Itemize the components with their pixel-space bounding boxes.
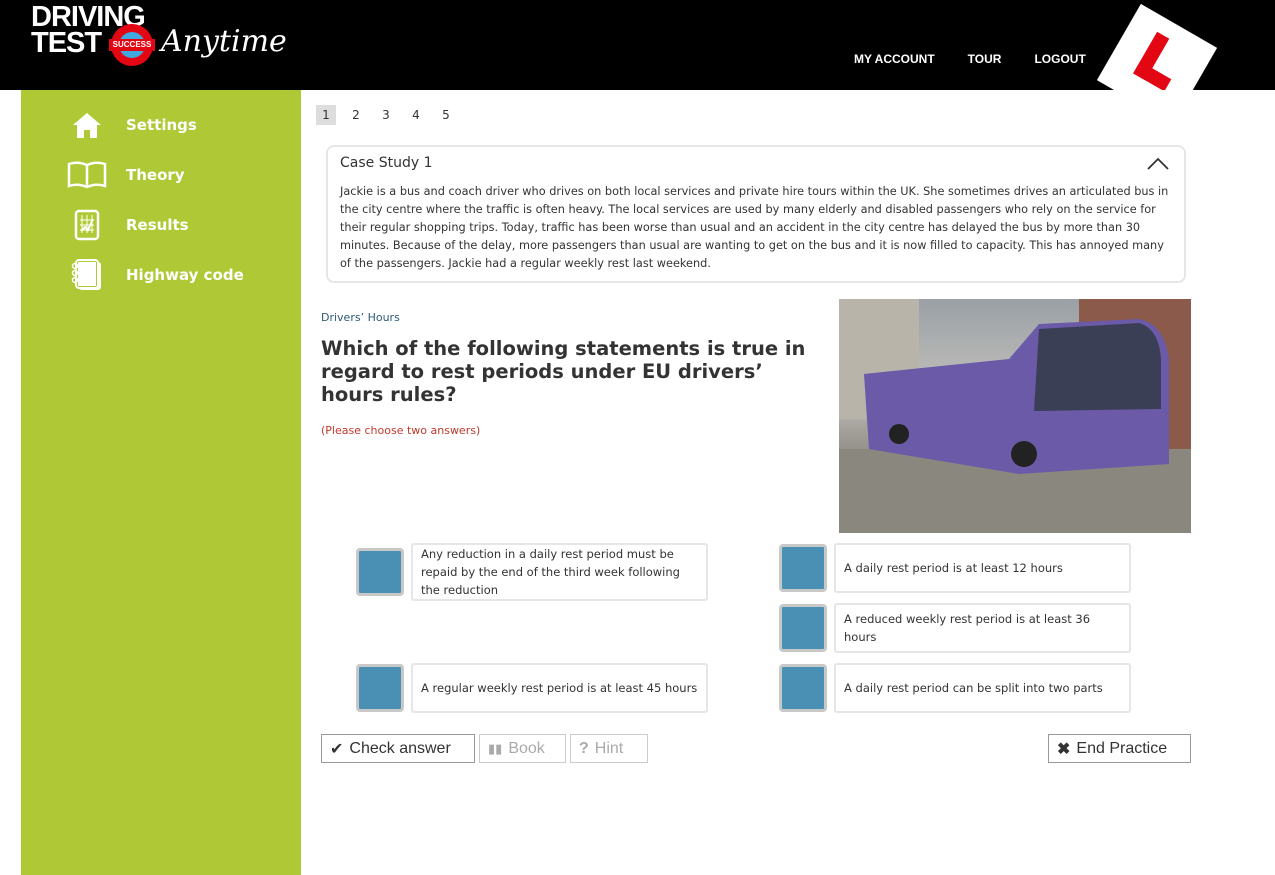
sidebar-item-settings[interactable]: Settings [67, 107, 287, 143]
answer-text[interactable]: A regular weekly rest period is at least… [411, 663, 708, 713]
logo-badge: SUCCESS [109, 39, 155, 51]
answer-option-4: A regular weekly rest period is at least… [356, 663, 708, 713]
answer-text[interactable]: A daily rest period can be split into tw… [834, 663, 1131, 713]
answer-checkbox[interactable] [779, 664, 827, 712]
page-3[interactable]: 3 [376, 105, 396, 125]
sidebar-item-theory[interactable]: Theory [67, 157, 287, 193]
sidebar-item-label: Settings [126, 116, 197, 134]
question-category: Drivers’ Hours [321, 311, 400, 324]
book-button[interactable]: ▮▮ Book [479, 734, 566, 763]
sidebar-item-label: Results [126, 216, 189, 234]
l-plate-icon [1096, 3, 1218, 90]
nav-my-account[interactable]: MY ACCOUNT [854, 52, 935, 66]
page-2[interactable]: 2 [346, 105, 366, 125]
checkmark-icon: ✔ [330, 740, 344, 758]
answer-option-5: A daily rest period can be split into tw… [779, 663, 1131, 713]
case-study-title: Case Study 1 [340, 155, 433, 171]
sidebar-item-results[interactable]: Results [67, 207, 287, 243]
answer-text[interactable]: Any reduction in a daily rest period mus… [411, 543, 708, 601]
hint-button[interactable]: ? Hint [570, 734, 648, 763]
case-study-panel: Case Study 1 Jackie is a bus and coach d… [326, 145, 1186, 283]
nav-tour[interactable]: TOUR [968, 52, 1002, 66]
chart-icon [67, 207, 107, 243]
roundel-logo: SUCCESS [109, 24, 155, 66]
sidebar-item-label: Highway code [126, 266, 244, 284]
check-answer-button[interactable]: ✔ Check answer [321, 734, 475, 763]
answer-option-2: A daily rest period is at least 12 hours [779, 543, 1131, 593]
question-text: Which of the following statements is tru… [321, 337, 806, 406]
button-label: Hint [594, 739, 624, 757]
notebook-icon [67, 257, 107, 293]
sidebar-item-label: Theory [126, 166, 185, 184]
top-nav: MY ACCOUNT TOUR LOGOUT [854, 52, 1119, 66]
logo-line2: TEST [31, 27, 102, 59]
home-icon [67, 107, 107, 143]
answer-checkbox[interactable] [779, 604, 827, 652]
page-5[interactable]: 5 [436, 105, 456, 125]
button-label: Check answer [349, 739, 451, 757]
nav-logout[interactable]: LOGOUT [1034, 52, 1085, 66]
case-study-text: Jackie is a bus and coach driver who dri… [340, 185, 1169, 270]
answer-option-1: Any reduction in a daily rest period mus… [356, 543, 708, 601]
book-icon: ▮▮ [488, 740, 503, 756]
page-4[interactable]: 4 [406, 105, 426, 125]
answer-checkbox[interactable] [356, 548, 404, 596]
book-icon [67, 157, 107, 193]
question-instruction: (Please choose two answers) [321, 424, 481, 437]
button-label: Book [508, 739, 545, 757]
question-mark-icon: ? [579, 739, 589, 757]
sidebar-item-highway-code[interactable]: Highway code [67, 257, 287, 293]
close-icon: ✖ [1057, 740, 1071, 758]
answer-text[interactable]: A reduced weekly rest period is at least… [834, 603, 1131, 653]
header: DRIVING TEST SUCCESS Anytime MY ACCOUNT … [0, 0, 1275, 90]
sidebar: Settings Theory Results Highway code [21, 90, 301, 875]
answer-checkbox[interactable] [356, 664, 404, 712]
answer-option-3: A reduced weekly rest period is at least… [779, 603, 1131, 653]
question-pager: 1 2 3 4 5 [316, 105, 466, 125]
end-practice-button[interactable]: ✖ End Practice [1048, 734, 1191, 763]
answer-text[interactable]: A daily rest period is at least 12 hours [834, 543, 1131, 593]
question-image [839, 299, 1191, 533]
chevron-up-icon[interactable] [1146, 155, 1170, 171]
answer-checkbox[interactable] [779, 544, 827, 592]
logo[interactable]: DRIVING TEST SUCCESS Anytime [31, 2, 291, 72]
page-1[interactable]: 1 [316, 105, 336, 125]
button-label: End Practice [1076, 739, 1168, 757]
logo-script: Anytime [161, 24, 287, 59]
